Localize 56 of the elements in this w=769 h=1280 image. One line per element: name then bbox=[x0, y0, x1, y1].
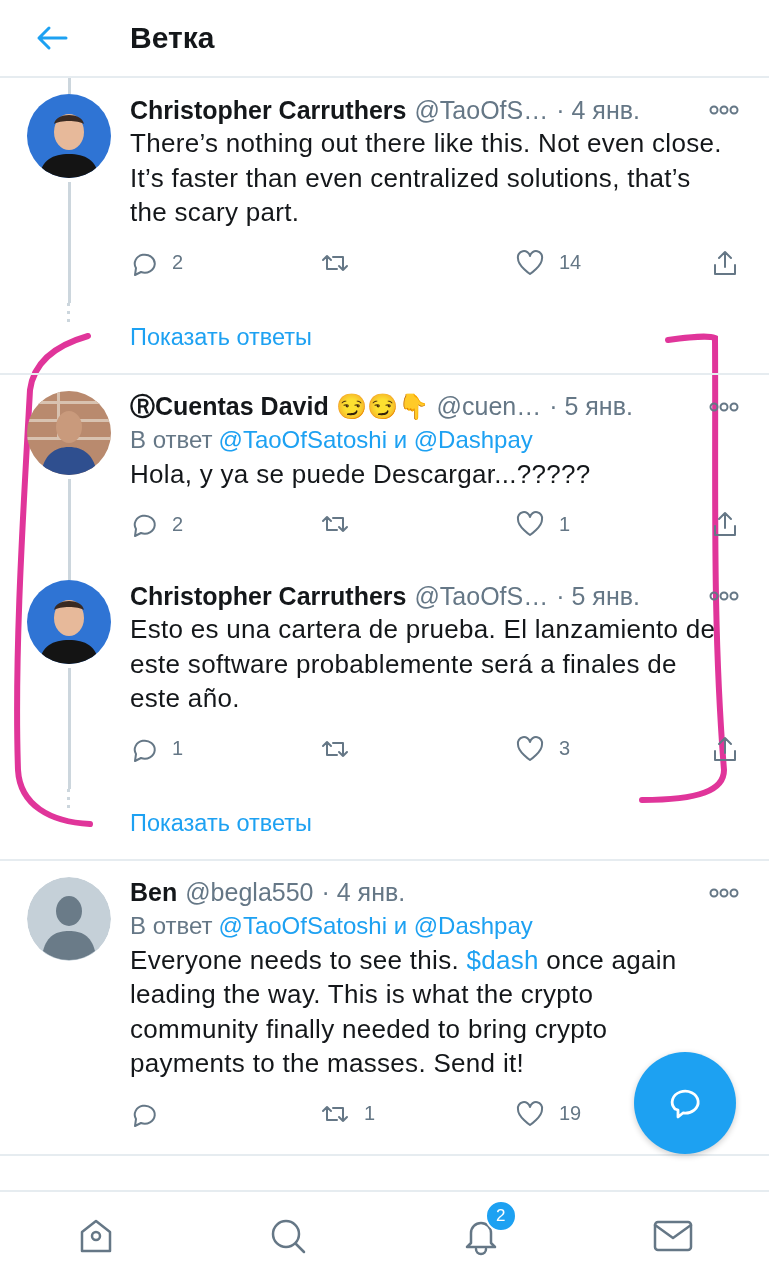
notification-badge: 2 bbox=[484, 1200, 517, 1232]
tweet-date: · 4 янв. bbox=[321, 878, 406, 907]
replies-button[interactable]: 2 bbox=[130, 248, 184, 277]
tweet-text: Esto es una cartera de prueba. El lanzamiento de este software probablemente será a finales de este año. bbox=[130, 613, 717, 715]
heart-icon bbox=[515, 734, 545, 763]
cashtag-link[interactable]: $dash bbox=[466, 944, 539, 975]
author-name[interactable]: Christopher Carruthers bbox=[130, 581, 407, 611]
more-button[interactable] bbox=[709, 104, 739, 116]
author-name[interactable]: Ben bbox=[130, 878, 178, 907]
replies-button[interactable]: 1 bbox=[130, 734, 184, 763]
more-icon bbox=[709, 104, 739, 116]
likes-button[interactable]: 14 bbox=[515, 248, 582, 277]
more-icon bbox=[709, 400, 739, 413]
default-avatar-icon bbox=[27, 876, 111, 961]
more-icon bbox=[709, 886, 739, 899]
mention-link[interactable]: @TaoOfSatoshi и @Dashpay bbox=[218, 422, 533, 457]
share-button[interactable] bbox=[711, 248, 739, 277]
tweet-text: There’s nothing out there like this. Not even close. It’s faster than even centralized solutions, that’s the scary part. bbox=[130, 127, 722, 229]
retweets-button[interactable]: 1 bbox=[320, 1100, 376, 1127]
author-name[interactable]: Christopher Carruthers bbox=[130, 95, 407, 125]
tweet-text: Hola, y ya se puede Descargar...????? bbox=[130, 457, 592, 491]
reply-to-label: В ответ bbox=[130, 424, 213, 455]
heart-icon bbox=[515, 1099, 545, 1128]
tweet-date: · 5 янв. bbox=[556, 581, 640, 611]
more-icon bbox=[709, 590, 739, 602]
heart-icon bbox=[515, 248, 545, 277]
share-button[interactable] bbox=[711, 510, 739, 538]
mention-link[interactable]: @TaoOfSatoshi и @Dashpay bbox=[218, 908, 533, 943]
share-icon bbox=[711, 510, 739, 538]
likes-button[interactable]: 3 bbox=[515, 734, 571, 763]
back-arrow-icon bbox=[36, 25, 68, 51]
show-replies-link[interactable]: Показать ответы bbox=[130, 810, 312, 837]
compose-button[interactable] bbox=[634, 1052, 736, 1154]
likes-button[interactable]: 1 bbox=[515, 510, 571, 538]
page-title: Ветка bbox=[130, 21, 215, 55]
more-button[interactable] bbox=[709, 400, 739, 413]
share-icon bbox=[711, 734, 739, 763]
notifications-tab[interactable]: 2 bbox=[444, 1200, 517, 1258]
author-handle: @begla550 bbox=[185, 878, 314, 907]
likes-button[interactable]: 19 bbox=[515, 1099, 582, 1128]
share-button[interactable] bbox=[711, 734, 739, 763]
more-button[interactable] bbox=[709, 590, 739, 602]
tweet-date: · 5 янв. bbox=[549, 392, 633, 421]
author-handle: @TaoOfS… bbox=[414, 95, 549, 125]
reply-to-label: В ответ bbox=[130, 910, 213, 941]
heart-icon bbox=[515, 510, 545, 538]
replies-button[interactable]: 2 bbox=[130, 510, 184, 538]
author-name[interactable]: ⓇCuentas David 😏😏👇 bbox=[130, 390, 429, 423]
tweet-text: Everyone needs to see this. $dash once again leading the way. This is what the crypto community finally needed to bring crypto payments to the masses. Send it! bbox=[130, 943, 678, 1080]
author-handle: @cuen… bbox=[436, 392, 542, 421]
tweet-date: · 4 янв. bbox=[556, 95, 640, 125]
show-replies-link[interactable]: Показать ответы bbox=[130, 324, 312, 351]
author-handle: @TaoOfS… bbox=[414, 581, 549, 611]
share-icon bbox=[711, 248, 739, 277]
more-button[interactable] bbox=[709, 886, 739, 899]
back-button[interactable] bbox=[36, 25, 68, 51]
